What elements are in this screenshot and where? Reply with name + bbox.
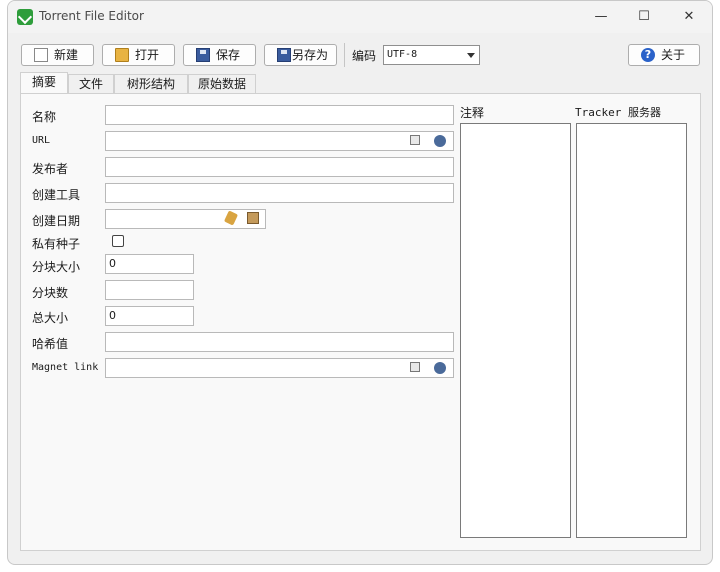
save-disk-icon (196, 48, 210, 62)
folder-icon (115, 48, 129, 62)
new-button[interactable]: 新建 (21, 44, 94, 66)
copy-magnet-icon[interactable] (410, 362, 420, 372)
close-button[interactable]: ✕ (674, 6, 704, 28)
maximize-button[interactable]: ☐ (629, 6, 659, 28)
open-button-label: 打开 (135, 48, 160, 62)
magnet-label: Magnet link (32, 362, 99, 373)
encoding-select[interactable]: UTF-8 (383, 45, 480, 65)
piece-size-field[interactable]: 0 (105, 254, 194, 274)
tab-summary[interactable]: 摘要 (20, 72, 68, 93)
new-button-label: 新建 (54, 48, 79, 62)
created-by-field[interactable] (105, 183, 454, 203)
encoding-label: 编码 (352, 49, 377, 63)
tab-raw-data[interactable]: 原始数据 (188, 74, 256, 93)
creation-date-field[interactable] (105, 209, 266, 229)
piece-count-field[interactable] (105, 280, 194, 300)
save-as-button-label: 另存为 (292, 48, 329, 62)
toolbar-separator (344, 43, 345, 67)
name-field[interactable] (105, 105, 454, 125)
url-field[interactable] (105, 131, 454, 151)
main-window: Torrent File Editor — ☐ ✕ 新建 打开 保存 另存为 编… (7, 0, 713, 565)
publisher-label: 发布者 (32, 162, 69, 176)
help-icon: ? (641, 48, 655, 62)
tab-tree[interactable]: 树形结构 (114, 74, 188, 93)
publisher-field[interactable] (105, 157, 454, 177)
hash-label: 哈希值 (32, 337, 69, 351)
chevron-down-icon (467, 53, 475, 58)
open-url-globe-icon[interactable] (434, 135, 446, 147)
private-label: 私有种子 (32, 237, 81, 251)
about-button-label: 关于 (661, 48, 686, 62)
trackers-label: Tracker 服务器 (575, 106, 661, 119)
creation-date-label: 创建日期 (32, 214, 81, 228)
save-button[interactable]: 保存 (183, 44, 256, 66)
private-checkbox[interactable] (112, 235, 124, 247)
name-label: 名称 (32, 110, 57, 124)
total-size-label: 总大小 (32, 311, 69, 325)
open-button[interactable]: 打开 (102, 44, 175, 66)
comments-textarea[interactable] (460, 123, 571, 538)
hash-field[interactable] (105, 332, 454, 352)
minimize-button[interactable]: — (586, 6, 616, 28)
save-button-label: 保存 (216, 48, 241, 62)
tab-files[interactable]: 文件 (68, 74, 114, 93)
open-magnet-globe-icon[interactable] (434, 362, 446, 374)
encoding-value: UTF-8 (387, 49, 418, 60)
calendar-icon[interactable] (247, 212, 259, 224)
piece-size-label: 分块大小 (32, 260, 81, 274)
trackers-textarea[interactable] (576, 123, 687, 538)
magnet-field[interactable] (105, 358, 454, 378)
created-by-label: 创建工具 (32, 188, 81, 202)
url-label: URL (32, 135, 51, 146)
piece-count-label: 分块数 (32, 286, 69, 300)
copy-url-icon[interactable] (410, 135, 420, 145)
about-button[interactable]: ? 关于 (628, 44, 700, 66)
total-size-field[interactable]: 0 (105, 306, 194, 326)
comments-label: 注释 (460, 106, 485, 120)
window-title: Torrent File Editor (39, 9, 144, 23)
app-logo-icon (17, 9, 33, 25)
save-as-disk-icon (277, 48, 291, 62)
save-as-button[interactable]: 另存为 (264, 44, 337, 66)
title-bar: Torrent File Editor — ☐ ✕ (8, 1, 712, 33)
new-file-icon (34, 48, 48, 62)
